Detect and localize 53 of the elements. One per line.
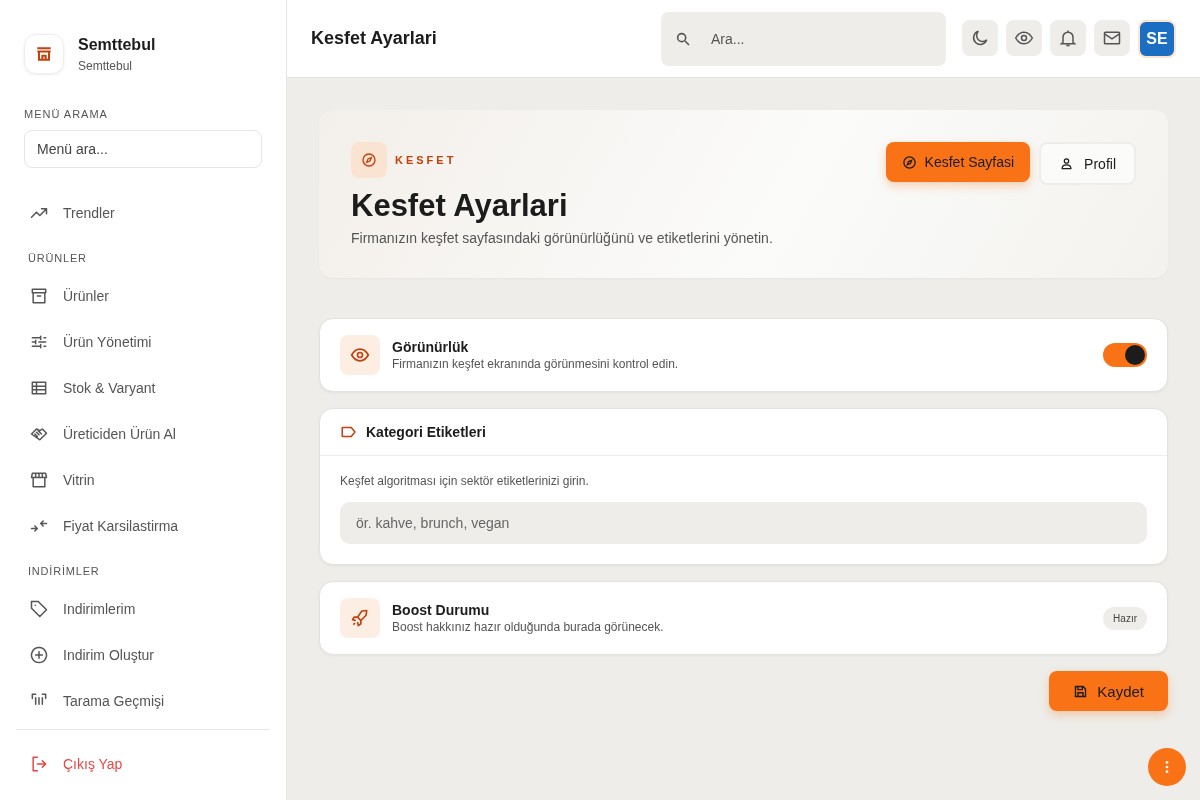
user-icon (1059, 156, 1075, 171)
visibility-toggle[interactable] (1103, 343, 1147, 367)
card-title: Görünürlük (392, 339, 470, 355)
sliders-icon (29, 332, 49, 352)
compass-icon (901, 154, 917, 170)
archive-icon (29, 286, 49, 306)
sidebar-item[interactable]: Indirim Oluştur (16, 632, 270, 678)
sidebar-item[interactable]: Trendler (16, 190, 270, 236)
sidebar-item[interactable]: Vitrin (16, 457, 270, 503)
tags-hint: Keşfet algoritması için sektör etiketlerinizi girin. (340, 474, 590, 488)
sidebar-item[interactable]: Ürün Yönetimi (16, 319, 270, 365)
search-icon (675, 30, 691, 47)
logout-icon (29, 754, 49, 774)
profile-button[interactable]: Profil (1039, 142, 1136, 185)
eyebrow-label: KESFET (395, 154, 457, 166)
brand-name: Semttebul (78, 35, 156, 54)
preview-button[interactable] (1006, 19, 1042, 56)
store-logo-icon (24, 34, 64, 74)
card-description: Boost hakkınız hazır olduğunda burada görünecek. (392, 620, 665, 634)
menu-search-field[interactable]: Menü ara... (24, 130, 262, 168)
store-icon (29, 470, 49, 490)
save-icon (1073, 683, 1089, 699)
card-description: Firmanızın keşfet ekranında görünmesini kontrol edin. (392, 357, 680, 371)
sidebar-item[interactable]: Fiyat Karsilastirma (16, 503, 270, 549)
brand-subtitle: Semttebul (78, 58, 134, 73)
card-title: Boost Durumu (392, 602, 491, 618)
save-button[interactable]: Kaydet (1049, 671, 1168, 711)
search-field[interactable]: Ara... (661, 11, 946, 66)
section-label: MENÜ ARAMA (24, 108, 109, 120)
notifications-button[interactable] (1050, 19, 1086, 56)
sidebar-item[interactable]: Üreticiden Ürün Al (16, 411, 270, 457)
sidebar-item[interactable]: Stok & Varyant (16, 365, 270, 411)
logout-link[interactable]: Çıkış Yap (16, 742, 270, 786)
hero-description: Firmanızın keşfet sayfasındaki görünürlüğünü ve etiketlerini yönetin. (351, 230, 773, 246)
card-title: Kategori Etiketleri (366, 424, 486, 440)
table-icon (29, 378, 49, 398)
page-title: Kesfet Ayarlari (311, 28, 438, 49)
compass-icon (351, 142, 387, 178)
tag-icon (29, 599, 49, 619)
user-avatar[interactable]: SE (1138, 19, 1176, 58)
section-label: ÜRÜNLER (27, 251, 88, 266)
discover-page-button[interactable]: Kesfet Sayfasi (885, 142, 1031, 182)
theme-button[interactable] (962, 19, 998, 56)
sidebar-item[interactable]: Tarama Geçmişi (16, 678, 270, 724)
eye-icon (340, 335, 380, 375)
hero-title: Kesfet Ayarlari (351, 188, 569, 224)
tags-input-field[interactable]: ör. kahve, brunch, vegan (340, 502, 1147, 544)
status-badge: Hazır (1103, 606, 1147, 630)
section-label: INDİRİMLER (27, 564, 101, 579)
sidebar-item[interactable]: Indirimlerim (16, 586, 270, 632)
rocket-icon (340, 598, 380, 638)
sidebar-item[interactable]: Ürünler (16, 273, 270, 319)
mail-button[interactable] (1094, 19, 1130, 56)
